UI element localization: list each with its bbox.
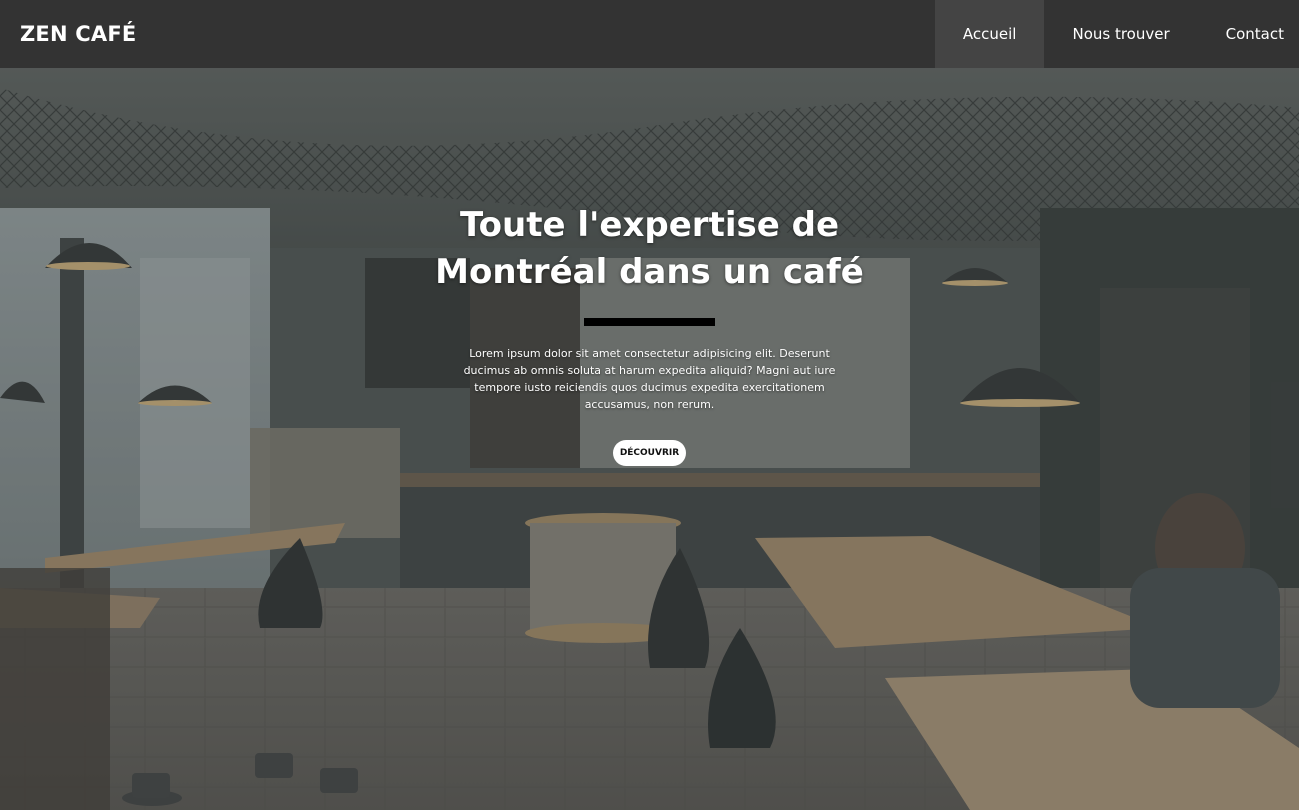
hero-section: Toute l'expertise de Montréal dans un ca… [0,68,1299,810]
nav-item-contact[interactable]: Contact [1198,0,1299,68]
brand-logo[interactable]: ZEN CAFÉ [20,22,136,46]
nav-menu: Accueil Nous trouver Contact [934,0,1299,68]
nav-item-accueil[interactable]: Accueil [934,0,1045,68]
title-divider [584,318,715,326]
top-navbar: ZEN CAFÉ Accueil Nous trouver Contact [0,0,1299,68]
hero-title: Toute l'expertise de Montréal dans un ca… [435,205,864,292]
discover-button[interactable]: DÉCOUVRIR [612,440,687,466]
nav-item-nous-trouver[interactable]: Nous trouver [1044,0,1197,68]
hero-description: Lorem ipsum dolor sit amet consectetur a… [463,347,836,411]
hero-content: Toute l'expertise de Montréal dans un ca… [0,202,1299,466]
